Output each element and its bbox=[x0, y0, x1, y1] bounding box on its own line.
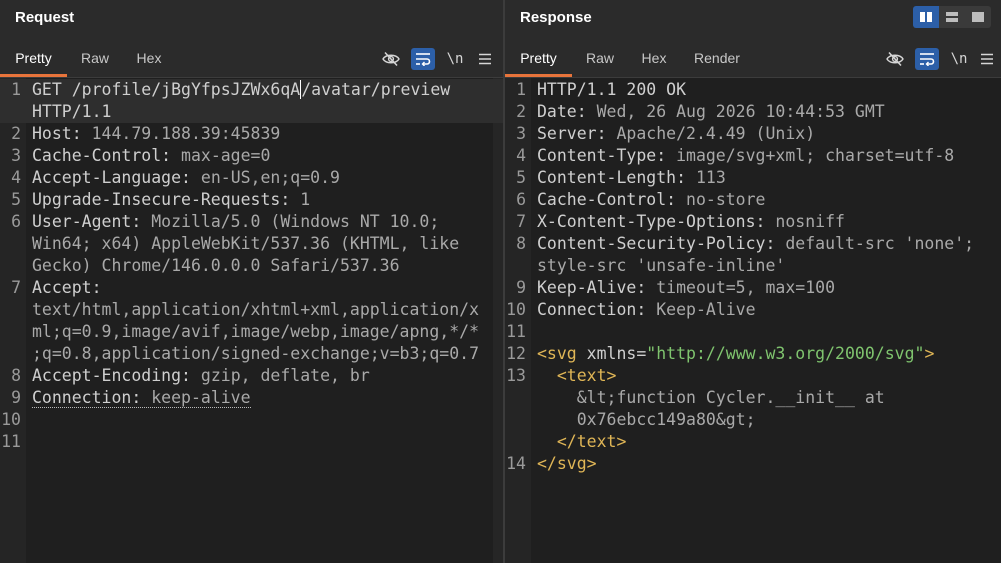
tab-hex[interactable]: Hex bbox=[629, 44, 679, 75]
split-vertical-icon[interactable] bbox=[939, 6, 965, 28]
header-key: Accept-Encoding: bbox=[32, 366, 191, 385]
newline-icon[interactable]: \n bbox=[443, 48, 467, 70]
header-key: Content-Length: bbox=[537, 168, 687, 187]
header-value-cont: text/html,application/xhtml+xml,applicat… bbox=[32, 300, 480, 319]
menu-icon[interactable] bbox=[473, 48, 497, 70]
word-wrap-icon[interactable] bbox=[915, 48, 939, 70]
header-value: Mozilla/5.0 (Windows NT 10.0; bbox=[141, 212, 440, 231]
header-key: Keep-Alive: bbox=[537, 278, 647, 297]
header-value: keep-alive bbox=[141, 388, 251, 407]
eye-slash-icon[interactable] bbox=[883, 48, 907, 70]
header-key: Connection: bbox=[32, 388, 142, 407]
header-value: no-store bbox=[676, 190, 766, 209]
eye-slash-icon[interactable] bbox=[379, 48, 403, 70]
header-value: Apache/2.4.49 (Unix) bbox=[606, 124, 816, 143]
header-value: 113 bbox=[686, 168, 726, 187]
tab-pretty[interactable]: Pretty bbox=[0, 44, 67, 77]
header-value: 144.79.188.39:45839 bbox=[81, 124, 281, 143]
tab-pretty[interactable]: Pretty bbox=[505, 44, 572, 77]
text-tag-open: <text> bbox=[537, 366, 617, 385]
header-key: Server: bbox=[537, 124, 607, 143]
tab-raw[interactable]: Raw bbox=[70, 44, 120, 75]
header-value: default-src 'none'; bbox=[775, 234, 975, 253]
header-key: Content-Type: bbox=[537, 146, 667, 165]
status-line: HTTP/1.1 200 OK bbox=[537, 80, 687, 99]
header-value: image/svg+xml; charset=utf-8 bbox=[666, 146, 955, 165]
header-key: Date: bbox=[537, 102, 587, 121]
header-value-cont: ;q=0.8,application/signed-exchange;v=b3;… bbox=[32, 344, 480, 363]
code-line: 1 GET /profile/jBgYfpsJZWx6qA/avatar/pre… bbox=[0, 79, 503, 123]
header-value: max-age=0 bbox=[171, 146, 271, 165]
request-title: Request bbox=[15, 9, 75, 26]
svg-attr-value: "http://www.w3.org/2000/svg" bbox=[646, 344, 925, 363]
word-wrap-icon[interactable] bbox=[411, 48, 435, 70]
header-key: Upgrade-Insecure-Requests: bbox=[32, 190, 291, 209]
request-line-version: HTTP/1.1 bbox=[32, 102, 112, 121]
svg-tag-close: > bbox=[924, 344, 935, 363]
request-line-path-end: /avatar/preview bbox=[301, 80, 451, 99]
header-value: en-US,en;q=0.9 bbox=[190, 168, 340, 187]
response-pane: Response Pretty Raw Hex Render \n 1 HTTP… bbox=[505, 0, 1001, 563]
response-title: Response bbox=[520, 9, 592, 26]
response-editor[interactable]: 1 HTTP/1.1 200 OK 2 Date: Wed, 26 Aug 20… bbox=[505, 78, 1001, 563]
header-value: Keep-Alive bbox=[646, 300, 756, 319]
header-key: Accept: bbox=[32, 278, 102, 297]
request-pane: Request Pretty Raw Hex \n 1 GET /profile… bbox=[0, 0, 503, 563]
header-value: nosniff bbox=[765, 212, 845, 231]
header-key: Host: bbox=[32, 124, 82, 143]
header-value: gzip, deflate, br bbox=[190, 366, 370, 385]
newline-icon[interactable]: \n bbox=[947, 48, 971, 70]
layout-buttons bbox=[913, 6, 991, 28]
request-line-method-path: GET /profile/jBgYfpsJZWx6qA bbox=[32, 80, 301, 99]
svg-tag: <svg bbox=[537, 344, 577, 363]
tab-raw[interactable]: Raw bbox=[575, 44, 625, 75]
text-body: 0x76ebcc149a80&gt; bbox=[537, 410, 756, 429]
text-tag-close: </text> bbox=[537, 432, 627, 451]
header-key: X-Content-Type-Options: bbox=[537, 212, 766, 231]
header-key: Content-Security-Policy: bbox=[537, 234, 776, 253]
split-horizontal-icon[interactable] bbox=[913, 6, 939, 28]
header-value: timeout=5, max=100 bbox=[646, 278, 836, 297]
request-tabs: Pretty Raw Hex \n bbox=[0, 44, 503, 78]
menu-icon[interactable] bbox=[975, 48, 999, 70]
tab-hex[interactable]: Hex bbox=[124, 44, 174, 75]
header-key: Cache-Control: bbox=[537, 190, 677, 209]
tab-render[interactable]: Render bbox=[687, 44, 747, 75]
response-tabs: Pretty Raw Hex Render \n bbox=[505, 44, 1001, 78]
header-value-cont: ml;q=0.9,image/avif,image/webp,image/apn… bbox=[32, 322, 480, 341]
svg-attr-name: xmlns bbox=[576, 344, 637, 363]
svg-attr-eq: = bbox=[636, 344, 647, 363]
header-key: Cache-Control: bbox=[32, 146, 172, 165]
header-value: 1 bbox=[290, 190, 311, 209]
header-key: User-Agent: bbox=[32, 212, 142, 231]
header-value-cont: Gecko) Chrome/146.0.0.0 Safari/537.36 bbox=[32, 256, 400, 275]
header-key: Connection: bbox=[537, 300, 647, 319]
header-value-cont: style-src 'unsafe-inline' bbox=[537, 256, 786, 275]
header-value: Wed, 26 Aug 2026 10:44:53 GMT bbox=[586, 102, 885, 121]
text-body: &lt;function Cycler.__init__ at bbox=[537, 388, 885, 407]
single-pane-icon[interactable] bbox=[965, 6, 991, 28]
request-editor[interactable]: 1 GET /profile/jBgYfpsJZWx6qA/avatar/pre… bbox=[0, 78, 503, 563]
header-value-cont: Win64; x64) AppleWebKit/537.36 (KHTML, l… bbox=[32, 234, 460, 253]
header-key: Accept-Language: bbox=[32, 168, 191, 187]
svg-tag-end: </svg> bbox=[537, 454, 597, 473]
